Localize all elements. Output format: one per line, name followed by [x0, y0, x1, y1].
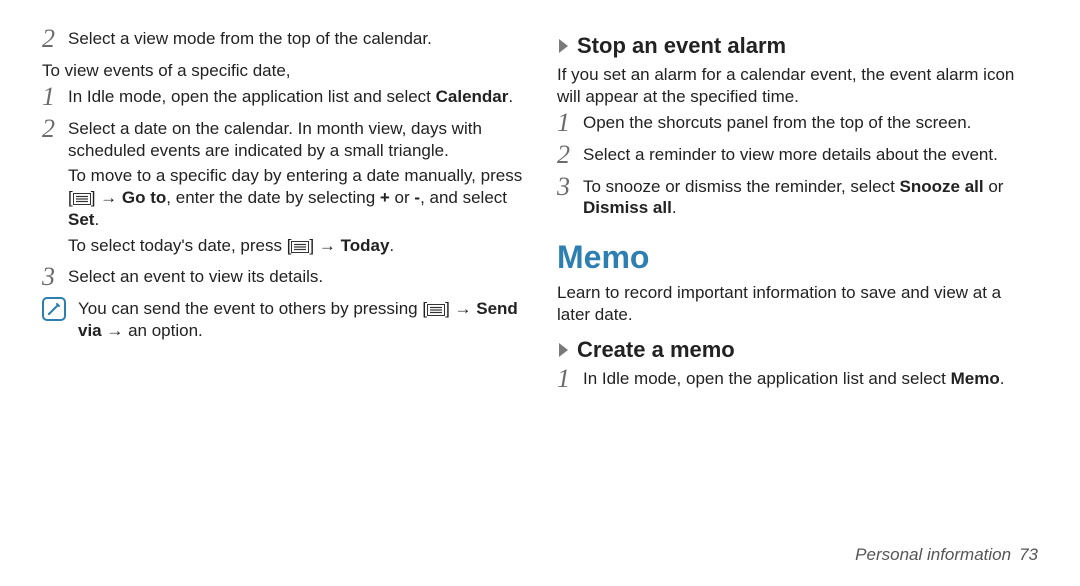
paragraph: If you set an alarm for a calendar event…: [557, 64, 1038, 108]
step-text: In Idle mode, open the application list …: [68, 87, 436, 106]
step-number: 1: [557, 366, 583, 392]
step-item: 2 Select a view mode from the top of the…: [42, 28, 523, 54]
step-number: 3: [42, 264, 68, 290]
text-bold: +: [380, 188, 390, 207]
page-footer: Personal information 73: [42, 544, 1038, 566]
text-bold: Go to: [122, 188, 166, 207]
text-run: , and select: [420, 188, 507, 207]
step-item: 3 Select an event to view its details.: [42, 266, 523, 292]
step-number: 1: [557, 110, 583, 136]
step-body: To snooze or dismiss the reminder, selec…: [583, 176, 1038, 220]
text-run: ] →: [309, 236, 340, 255]
text-run: ] →: [445, 299, 476, 318]
step-text: Select a date on the calendar. In month …: [68, 118, 523, 162]
text-run: You can send the event to others by pres…: [78, 299, 427, 318]
footer-page-number: 73: [1019, 544, 1038, 566]
text-run: → an option.: [102, 321, 203, 340]
step-number: 1: [42, 84, 68, 110]
text-bold: Set: [68, 210, 94, 229]
text-run: or: [984, 177, 1004, 196]
text-run: .: [389, 236, 394, 255]
text-bold: Today: [341, 236, 390, 255]
step-number: 3: [557, 174, 583, 200]
chevron-right-icon: [557, 37, 571, 55]
left-column: 2 Select a view mode from the top of the…: [42, 28, 523, 538]
text-run: In Idle mode, open the application list …: [583, 369, 951, 388]
step-body: Select a reminder to view more details a…: [583, 144, 1038, 166]
text-run: To select today's date, press [: [68, 236, 291, 255]
step-item: 1 In Idle mode, open the application lis…: [557, 368, 1038, 394]
step-item: 3 To snooze or dismiss the reminder, sel…: [557, 176, 1038, 220]
note-icon-wrap: [42, 298, 68, 322]
step-body: Select an event to view its details.: [68, 266, 523, 288]
paragraph: To view events of a specific date,: [42, 60, 523, 82]
step-number: 2: [557, 142, 583, 168]
paragraph: Learn to record important information to…: [557, 282, 1038, 326]
text-run: .: [672, 198, 677, 217]
chevron-right-icon: [557, 341, 571, 359]
step-body: In Idle mode, open the application list …: [68, 86, 523, 108]
text-run: or: [390, 188, 415, 207]
right-column: Stop an event alarm If you set an alarm …: [557, 28, 1038, 538]
text-bold: Memo: [951, 369, 1000, 388]
subheading-text: Stop an event alarm: [577, 32, 786, 60]
text-bold: Dismiss all: [583, 198, 672, 217]
text-run: .: [94, 210, 99, 229]
text-run: To snooze or dismiss the reminder, selec…: [583, 177, 900, 196]
heading-memo: Memo: [557, 237, 1038, 278]
step-text: .: [508, 87, 513, 106]
menu-icon: [291, 241, 309, 253]
note-body: You can send the event to others by pres…: [78, 298, 523, 342]
note-icon: [42, 297, 66, 321]
step-item: 1 In Idle mode, open the application lis…: [42, 86, 523, 112]
menu-icon: [73, 193, 91, 205]
step-text-bold: Calendar: [436, 87, 509, 106]
step-number: 2: [42, 116, 68, 142]
subheading-stop-alarm: Stop an event alarm: [557, 32, 1038, 60]
step-item: 2 Select a reminder to view more details…: [557, 144, 1038, 170]
text-run: , enter the date by selecting: [166, 188, 380, 207]
text-run: ] →: [91, 188, 122, 207]
step-body: Open the shorcuts panel from the top of …: [583, 112, 1038, 134]
step-text: To move to a specific day by entering a …: [68, 165, 523, 230]
text-run: .: [1000, 369, 1005, 388]
step-item: 2 Select a date on the calendar. In mont…: [42, 118, 523, 261]
two-column-layout: 2 Select a view mode from the top of the…: [42, 28, 1038, 538]
manual-page: 2 Select a view mode from the top of the…: [0, 0, 1080, 586]
step-body: Select a view mode from the top of the c…: [68, 28, 523, 50]
step-body: Select a date on the calendar. In month …: [68, 118, 523, 261]
step-item: 1 Open the shorcuts panel from the top o…: [557, 112, 1038, 138]
step-number: 2: [42, 26, 68, 52]
subheading-text: Create a memo: [577, 336, 735, 364]
step-body: In Idle mode, open the application list …: [583, 368, 1038, 390]
footer-section: Personal information: [855, 544, 1011, 566]
text-bold: Snooze all: [900, 177, 984, 196]
subheading-create-memo: Create a memo: [557, 336, 1038, 364]
note-block: You can send the event to others by pres…: [42, 298, 523, 342]
step-text: To select today's date, press [ ] → Today…: [68, 235, 523, 257]
menu-icon: [427, 304, 445, 316]
